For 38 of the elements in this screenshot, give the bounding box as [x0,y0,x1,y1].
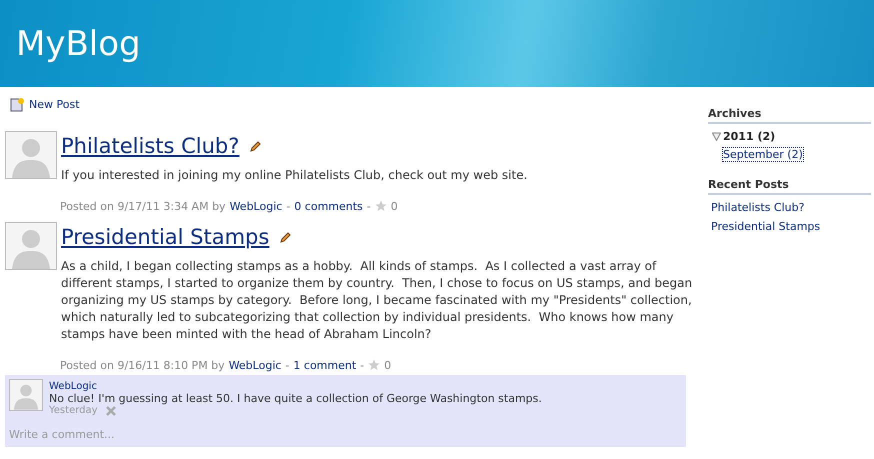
author-link[interactable]: WebLogic [230,200,282,212]
post-body: If you interested in joining my online Philatelists Club, check out my web site. [61,167,528,184]
rating-count: 0 [384,358,392,372]
archives-heading: Archives [708,107,871,124]
post-date: Posted on 9/16/11 8:10 PM by [60,358,225,372]
comment-text: No clue! I'm guessing at least 50. I have quite a collection of George Washington stamps. [49,392,542,405]
separator: - [360,358,364,372]
post-title-link[interactable]: Philatelists Club? [61,134,240,158]
blog-title: MyBlog [16,24,141,64]
comments-link[interactable]: 0 comments [294,200,363,212]
post-date: Posted on 9/17/11 3:34 AM by [60,200,226,212]
star-icon[interactable] [374,200,387,212]
recent-post-link[interactable]: Philatelists Club? [711,201,871,214]
new-document-icon [10,97,25,112]
separator: - [286,200,290,212]
comment-author-link[interactable]: WebLogic [49,381,97,392]
pencil-icon[interactable] [279,230,292,244]
avatar-icon [5,131,57,179]
comment-time: Yesterday [49,405,98,416]
post-body: As a child, I began collecting stamps as a hobby. All kinds of stamps. As I collected a vast array of different stamps, I started to organize them by country. Then, I chose to focus on US stamps, and began organizing my US stamps by category. Before long, I became fascinated with my "Presidents" collection, which naturally led to subcategorizing that collection by individual presidents. Who knows how many stamps have been minted with the head of Abraham Lincoln? [61,258,694,343]
star-icon[interactable] [368,359,380,371]
archive-year[interactable]: 2011 (2) [723,130,776,143]
author-link[interactable]: WebLogic [228,358,282,372]
recent-posts-heading: Recent Posts [708,178,871,195]
archive-month-link[interactable]: September (2) [722,147,804,162]
separator: - [285,358,290,372]
rating-count: 0 [390,200,398,212]
recent-post-link[interactable]: Presidential Stamps [711,220,871,233]
delete-icon[interactable] [106,406,116,416]
new-post-link[interactable]: New Post [10,97,695,112]
comments-link[interactable]: 1 comment [293,358,356,372]
avatar-icon [9,379,43,411]
separator: - [366,200,371,212]
comment-field[interactable]: Write a comment... [9,428,309,441]
avatar-icon [5,222,57,270]
pencil-icon[interactable] [249,140,262,152]
expanded-triangle-icon[interactable] [712,132,721,141]
post-title-link[interactable]: Presidential Stamps [61,225,270,249]
